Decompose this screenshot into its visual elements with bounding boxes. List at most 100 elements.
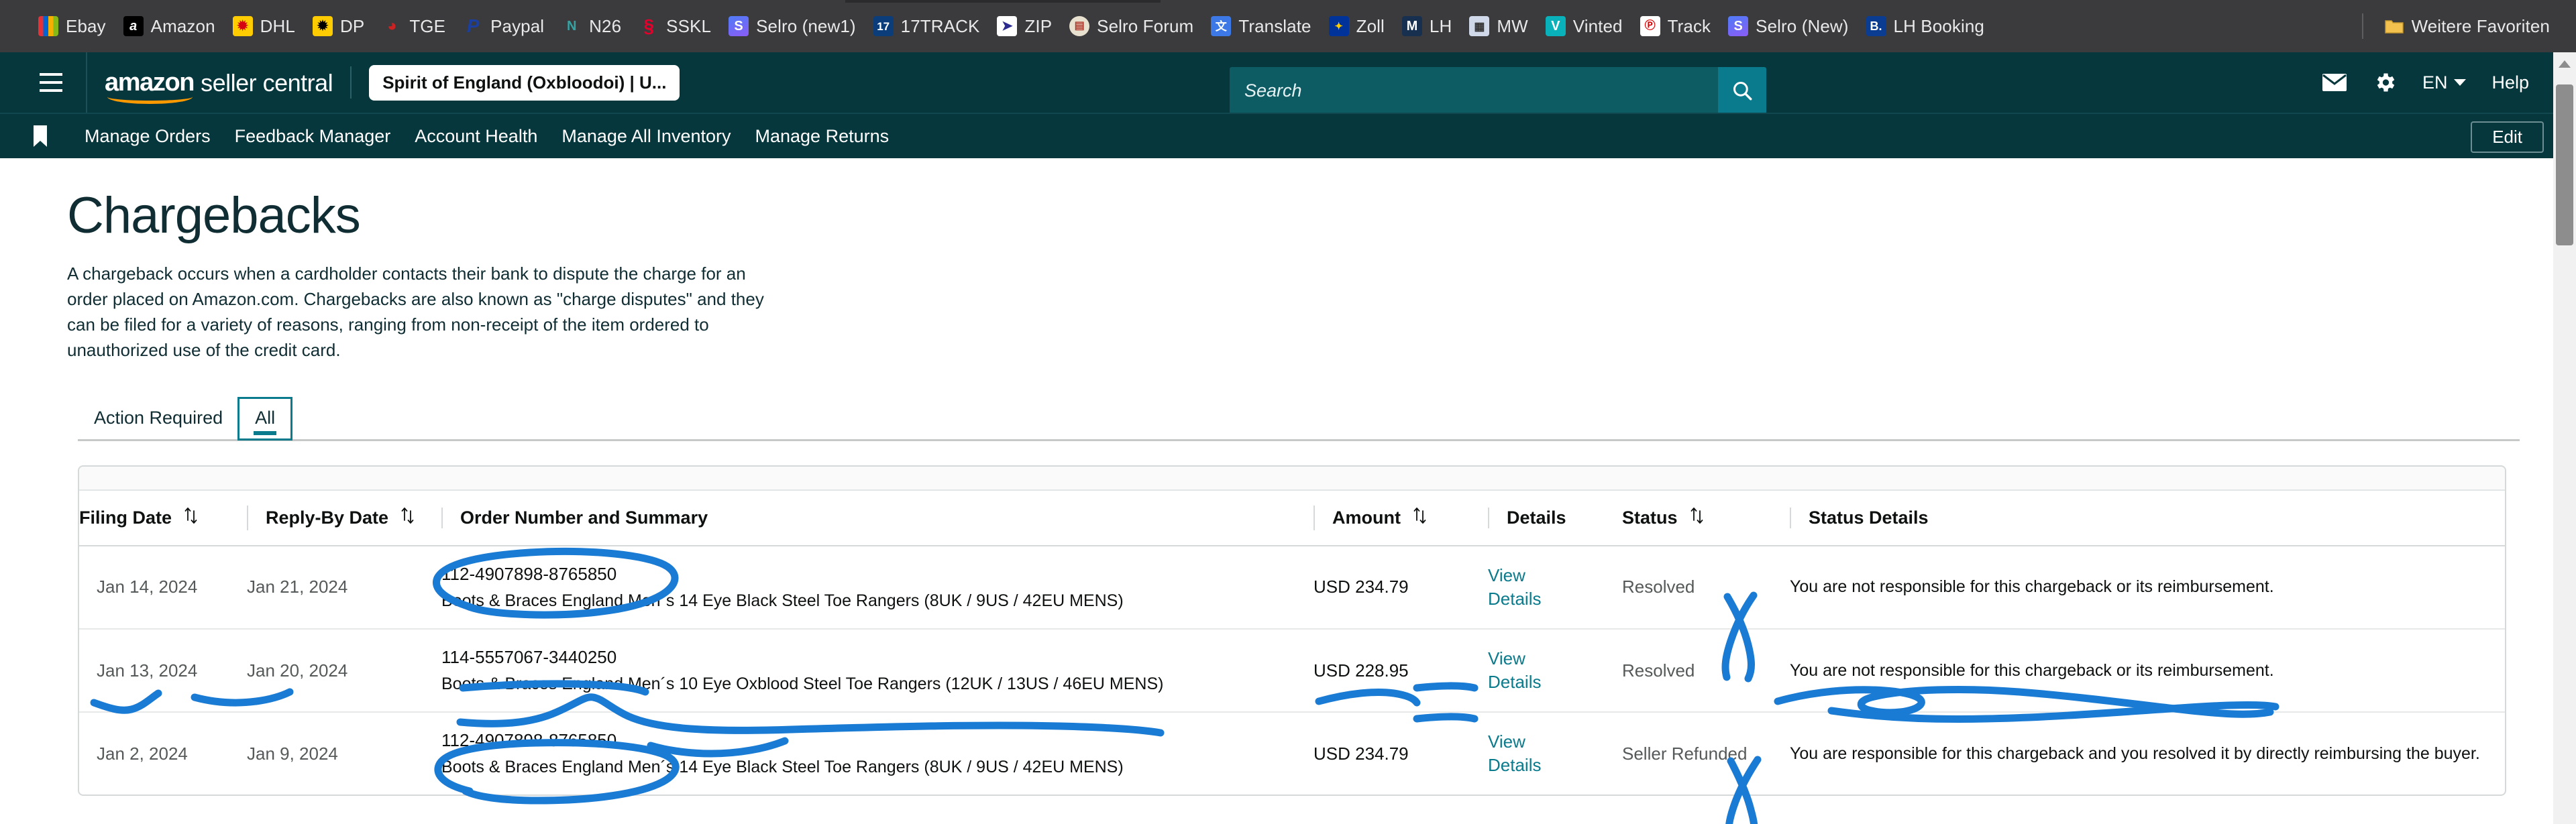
scroll-up-button[interactable] — [2553, 52, 2576, 75]
chargebacks-table-card: Filing Date Reply-By Date Order Number a… — [78, 465, 2506, 797]
amazon-seller-central-logo[interactable]: amazon seller central — [105, 68, 333, 104]
search-input[interactable] — [1230, 67, 1718, 114]
bookmark-label: Selro (new1) — [756, 15, 856, 36]
edit-nav-button[interactable]: Edit — [2471, 121, 2544, 153]
nav-item-feedback-manager[interactable]: Feedback Manager — [223, 126, 403, 147]
col-amount: Amount — [1313, 490, 1488, 546]
col-label: Details — [1507, 507, 1566, 528]
seller-central-wordmark: seller central — [201, 69, 333, 97]
nav-item-account-health[interactable]: Account Health — [402, 126, 549, 147]
zoll-icon: ✦ — [1328, 16, 1349, 36]
bookmark-17track[interactable]: 17 17TRACK — [865, 13, 989, 40]
bookmark-label: MW — [1497, 15, 1528, 36]
scrollbar-thumb[interactable] — [2556, 84, 2573, 245]
cell-order: 114-5557067-3440250 Boots & Braces Engla… — [441, 629, 1313, 713]
selro-icon: S — [1728, 16, 1749, 36]
amazon-wordmark: amazon — [105, 68, 195, 104]
language-selector[interactable]: EN — [2422, 72, 2467, 93]
seventeen-track-icon: 17 — [873, 16, 894, 36]
tab-all[interactable]: All — [237, 396, 293, 440]
order-number[interactable]: 112-4907898-8765850 — [441, 564, 1313, 585]
booking-icon: B. — [1866, 16, 1886, 36]
col-label: Filing Date — [79, 507, 172, 528]
view-details-link[interactable]: View Details — [1488, 564, 1622, 611]
tge-icon: ◕ — [387, 17, 397, 35]
table-row[interactable]: Jan 13, 2024 Jan 20, 2024 114-5557067-34… — [79, 629, 2505, 713]
sparkasse-icon: § — [643, 16, 654, 36]
bookmark-label: Selro Forum — [1097, 15, 1194, 36]
bookmark-selro-new[interactable]: S Selro (New) — [1719, 13, 1857, 40]
sort-icon[interactable] — [400, 506, 415, 530]
bookmark-zoll[interactable]: ✦ Zoll — [1320, 13, 1393, 40]
bookmark-ebay[interactable]: Ebay — [30, 13, 115, 40]
tab-action-required[interactable]: Action Required — [78, 398, 239, 439]
bookmark-mw[interactable]: ▦ MW — [1460, 13, 1536, 40]
track-icon: Ⓟ — [1640, 16, 1660, 36]
view-details-link[interactable]: View Details — [1488, 730, 1622, 777]
cell-status-details: You are not responsible for this chargeb… — [1790, 629, 2505, 713]
sort-icon[interactable] — [1690, 506, 1705, 530]
nav-item-manage-all-inventory[interactable]: Manage All Inventory — [549, 126, 743, 147]
bookmark-label: LH — [1429, 15, 1452, 36]
order-number[interactable]: 114-5557067-3440250 — [441, 647, 1313, 668]
page-scrollbar[interactable] — [2553, 52, 2576, 824]
bookmark-label: Paypal — [490, 15, 545, 36]
bookmark-flag-icon[interactable] — [32, 125, 48, 148]
order-number[interactable]: 112-4907898-8765850 — [441, 730, 1313, 751]
col-order-number-and-summary: Order Number and Summary — [441, 490, 1313, 546]
hamburger-icon[interactable] — [30, 61, 72, 104]
bookmark-dhl[interactable]: ✹ DHL — [224, 13, 304, 40]
language-label: EN — [2422, 72, 2448, 93]
sort-icon[interactable] — [1413, 506, 1428, 530]
cell-status: Resolved — [1622, 629, 1790, 713]
page-content: Chargebacks A chargeback occurs when a c… — [0, 158, 2576, 797]
order-summary: Boots & Braces England Men´s 10 Eye Oxbl… — [441, 674, 1164, 694]
other-favorites-button[interactable]: Weitere Favoriten — [2375, 13, 2559, 40]
bookmark-amazon[interactable]: a Amazon — [115, 13, 224, 40]
bookmark-lh[interactable]: M LH — [1393, 13, 1460, 40]
table-header: Filing Date Reply-By Date Order Number a… — [79, 490, 2505, 546]
nav-item-manage-orders[interactable]: Manage Orders — [72, 126, 223, 147]
vinted-icon: V — [1545, 16, 1566, 36]
bookmark-sskl[interactable]: § SSKL — [630, 13, 720, 40]
bookmark-label: DP — [339, 15, 365, 36]
deutsche-post-icon: ✹ — [312, 16, 333, 36]
table-row[interactable]: Jan 2, 2024 Jan 9, 2024 112-4907898-8765… — [79, 712, 2505, 794]
search-button[interactable] — [1718, 67, 1766, 114]
sort-icon[interactable] — [184, 506, 199, 530]
bookmark-n26[interactable]: N N26 — [553, 13, 630, 40]
bookmark-paypal[interactable]: P Paypal — [454, 13, 553, 40]
order-summary: Boots & Braces England Men´s 14 Eye Blac… — [441, 758, 1124, 777]
bookmark-zip[interactable]: ➤ ZIP — [988, 13, 1061, 40]
table-row[interactable]: Jan 14, 2024 Jan 21, 2024 112-4907898-87… — [79, 545, 2505, 630]
col-label: Reply-By Date — [266, 507, 389, 528]
cell-status: Seller Refunded — [1622, 712, 1790, 794]
cell-details: View Details — [1488, 629, 1622, 713]
bookmark-tge[interactable]: ◕ TGE — [373, 13, 454, 40]
bookmark-selro-new1[interactable]: S Selro (new1) — [720, 13, 865, 40]
browser-bookmarks-bar: Ebay a Amazon ✹ DHL ✹ DP ◕ TGE P Paypal … — [0, 0, 2576, 52]
help-link[interactable]: Help — [2491, 72, 2529, 93]
cell-reply-by-date: Jan 9, 2024 — [247, 743, 338, 764]
paypal-icon: P — [466, 16, 480, 36]
n26-icon: N — [566, 19, 577, 34]
folder-icon — [2384, 16, 2404, 36]
cell-status: Resolved — [1622, 545, 1790, 630]
bookmark-vinted[interactable]: V Vinted — [1537, 13, 1631, 40]
bookmark-dp[interactable]: ✹ DP — [304, 13, 373, 40]
cell-amount: USD 234.79 — [1313, 545, 1488, 630]
bookmark-label: ZIP — [1024, 15, 1053, 36]
mail-icon[interactable] — [2322, 73, 2347, 92]
store-selector[interactable]: Spirit of England (Oxbloodoi) | U... — [369, 64, 680, 101]
nav-item-manage-returns[interactable]: Manage Returns — [743, 126, 902, 147]
view-details-link[interactable]: View Details — [1488, 647, 1622, 694]
bookmark-translate[interactable]: 文 Translate — [1202, 13, 1320, 40]
cell-reply-by-date: Jan 20, 2024 — [247, 629, 441, 713]
chevron-down-icon — [2454, 79, 2467, 86]
bookmark-track[interactable]: Ⓟ Track — [1631, 13, 1720, 40]
bookmark-lh-booking[interactable]: B. LH Booking — [1858, 13, 1993, 40]
col-status: Status — [1622, 490, 1790, 546]
gear-icon[interactable] — [2373, 70, 2397, 95]
bookmark-selro-forum[interactable]: ▤ Selro Forum — [1061, 13, 1202, 40]
bookmark-label: Translate — [1238, 15, 1311, 36]
